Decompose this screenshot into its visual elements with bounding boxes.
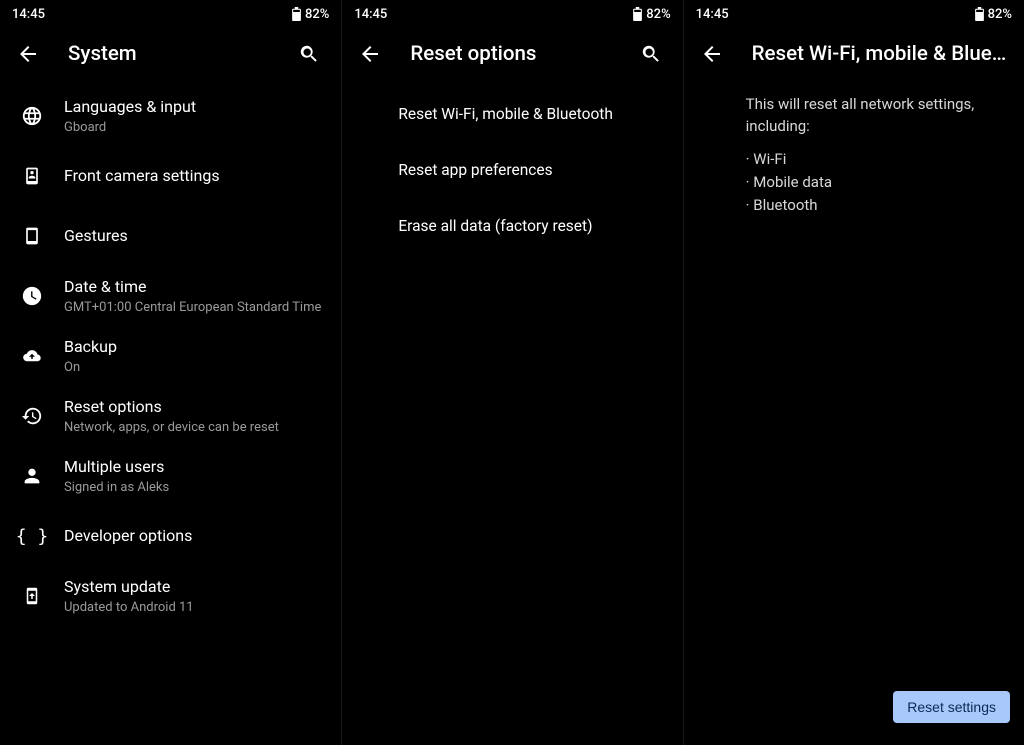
back-button[interactable] [350,34,390,74]
wifi-icon [587,8,603,20]
wifi-icon [246,8,262,20]
row-factory-reset[interactable]: Erase all data (factory reset) [342,198,682,254]
row-title: Erase all data (factory reset) [398,216,666,237]
bullet-list: Wi-Fi Mobile data Bluetooth [684,138,1024,218]
gestures-icon [22,224,42,248]
row-title: Reset Wi-Fi, mobile & Bluetooth [398,104,666,125]
vpn-key-icon [567,8,585,20]
back-button[interactable] [692,34,732,74]
settings-list: Languages & input Gboard Front camera se… [0,80,341,745]
page-title: System [68,42,269,66]
row-reset-network[interactable]: Reset Wi-Fi, mobile & Bluetooth [342,86,682,142]
app-bar: System [0,28,341,80]
panel-reset-options: 14:45 82% Reset options Reset Wi-Fi, mob… [341,0,682,745]
vpn-key-icon [226,8,244,20]
bullet-wifi: Wi-Fi [746,148,1004,171]
app-bar: Reset options [342,28,682,80]
status-icons: 82% [909,7,1012,22]
battery-icon [633,7,642,21]
row-front-camera[interactable]: Front camera settings [0,146,341,206]
row-subtitle: GMT+01:00 Central European Standard Time [64,299,325,317]
signal-icon [947,8,959,20]
battery-percent: 82% [988,7,1012,22]
vpn-key-icon [909,8,927,20]
reset-options-list: Reset Wi-Fi, mobile & Bluetooth Reset ap… [342,80,682,745]
app-bar: Reset Wi-Fi, mobile & Blueto… [684,28,1024,80]
status-bar: 14:45 82% [684,0,1024,28]
search-icon [298,43,320,65]
status-time: 14:45 [696,7,729,22]
search-icon [640,43,662,65]
row-subtitle: Network, apps, or device can be reset [64,419,325,437]
language-icon [21,105,43,127]
braces-icon: { } [16,526,49,547]
battery-percent: 82% [646,7,670,22]
signal-icon [619,8,631,20]
battery-icon [292,7,301,21]
row-backup[interactable]: Backup On [0,326,341,386]
row-subtitle: Updated to Android 11 [64,599,325,617]
row-subtitle: Signed in as Aleks [64,479,325,497]
row-subtitle: Gboard [64,119,325,137]
row-title: System update [64,576,325,598]
row-developer-options[interactable]: { } Developer options [0,506,341,566]
row-title: Multiple users [64,456,325,478]
page-title: Reset options [410,42,610,66]
status-icons: 82% [567,7,670,22]
row-languages-input[interactable]: Languages & input Gboard [0,86,341,146]
signal-icon [264,8,276,20]
page-title: Reset Wi-Fi, mobile & Blueto… [752,42,1012,66]
signal-icon [605,8,617,20]
person-icon [21,465,43,487]
row-title: Backup [64,336,325,358]
row-gestures[interactable]: Gestures [0,206,341,266]
status-bar: 14:45 82% [342,0,682,28]
search-button[interactable] [289,34,329,74]
camera-front-icon [22,164,42,188]
clock-icon [21,285,43,307]
row-reset-app-prefs[interactable]: Reset app preferences [342,142,682,198]
restore-icon [21,405,43,427]
cloud-upload-icon [20,347,44,365]
battery-percent: 82% [305,7,329,22]
status-time: 14:45 [12,7,45,22]
row-title: Reset app preferences [398,160,666,181]
row-system-update[interactable]: System update Updated to Android 11 [0,566,341,626]
wifi-icon [929,8,945,20]
arrow-back-icon [700,42,724,66]
arrow-back-icon [16,42,40,66]
panel-system: 14:45 82% System Languages & input Gboar… [0,0,341,745]
row-title: Developer options [64,525,325,547]
signal-icon [961,8,973,20]
system-update-icon [23,584,41,608]
back-button[interactable] [8,34,48,74]
battery-icon [975,7,984,21]
status-time: 14:45 [354,7,387,22]
row-title: Languages & input [64,96,325,118]
row-title: Date & time [64,276,325,298]
arrow-back-icon [358,42,382,66]
row-date-time[interactable]: Date & time GMT+01:00 Central European S… [0,266,341,326]
row-title: Front camera settings [64,165,325,187]
bullet-mobile-data: Mobile data [746,171,1004,194]
status-bar: 14:45 82% [0,0,341,28]
row-title: Gestures [64,225,325,247]
search-button[interactable] [631,34,671,74]
row-subtitle: On [64,359,325,377]
row-reset-options[interactable]: Reset options Network, apps, or device c… [0,386,341,446]
signal-icon [278,8,290,20]
panel-reset-network: 14:45 82% Reset Wi-Fi, mobile & Blueto… … [683,0,1024,745]
bullet-bluetooth: Bluetooth [746,194,1004,217]
intro-text: This will reset all network settings, in… [684,80,1024,138]
row-title: Reset options [64,396,325,418]
row-multiple-users[interactable]: Multiple users Signed in as Aleks [0,446,341,506]
reset-settings-button[interactable]: Reset settings [893,691,1010,723]
status-icons: 82% [226,7,329,22]
